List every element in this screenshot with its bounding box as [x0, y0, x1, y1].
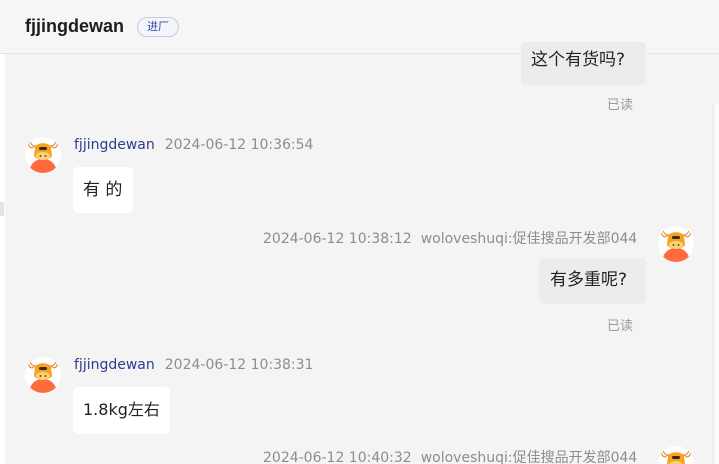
read-status: 已读 — [607, 98, 634, 113]
read-status: 已读 — [607, 319, 634, 334]
message-timestamp: 2024-06-12 10:38:31 — [164, 357, 314, 373]
message-meta: 2024-06-12 10:38:12 woloveshuqi:促佳搜品开发部04… — [263, 228, 637, 248]
message-timestamp: 2024-06-12 10:36:54 — [164, 137, 314, 153]
bull-avatar-icon[interactable] — [658, 226, 694, 262]
left-panel-edge — [0, 54, 5, 464]
contact-tag-badge[interactable]: 进厂 — [137, 16, 179, 37]
contact-name[interactable]: fjjingdewan — [25, 16, 124, 37]
message-timestamp: 2024-06-12 10:40:32 — [263, 450, 412, 464]
message-text: 这个有货吗? — [531, 50, 626, 70]
message-bubble-incoming[interactable]: 有 的 — [73, 167, 133, 213]
bull-avatar-icon[interactable] — [25, 357, 61, 393]
message-bubble-outgoing[interactable]: 有多重呢? — [539, 258, 646, 304]
message-meta: fjjingdewan 2024-06-12 10:36:54 — [74, 137, 313, 153]
bull-avatar-icon[interactable] — [25, 137, 61, 173]
message-bubble-incoming[interactable]: 1.8kg左右 — [73, 387, 170, 434]
scrollbar-track[interactable] — [713, 104, 719, 464]
message-meta: 2024-06-12 10:40:32 woloveshuqi:促佳搜品开发部04… — [263, 447, 637, 464]
message-text: 有多重呢? — [550, 270, 628, 290]
panel-divider-handle[interactable] — [0, 202, 4, 216]
sender-name[interactable]: fjjingdewan — [74, 137, 155, 153]
message-bubble-outgoing[interactable]: 这个有货吗? — [521, 42, 646, 85]
bull-avatar-icon[interactable] — [658, 446, 694, 464]
message-meta: fjjingdewan 2024-06-12 10:38:31 — [74, 357, 313, 373]
sender-name[interactable]: woloveshuqi:促佳搜品开发部044 — [421, 450, 638, 464]
sender-name[interactable]: woloveshuqi:促佳搜品开发部044 — [421, 231, 638, 247]
message-text: 有 的 — [83, 180, 123, 200]
chat-window: fjjingdewan 进厂 这个有货吗? 已读 fjjingdewan 2024… — [0, 0, 719, 464]
message-text: 1.8kg左右 — [83, 400, 160, 419]
sender-name[interactable]: fjjingdewan — [74, 357, 155, 373]
message-timestamp: 2024-06-12 10:38:12 — [263, 231, 412, 247]
